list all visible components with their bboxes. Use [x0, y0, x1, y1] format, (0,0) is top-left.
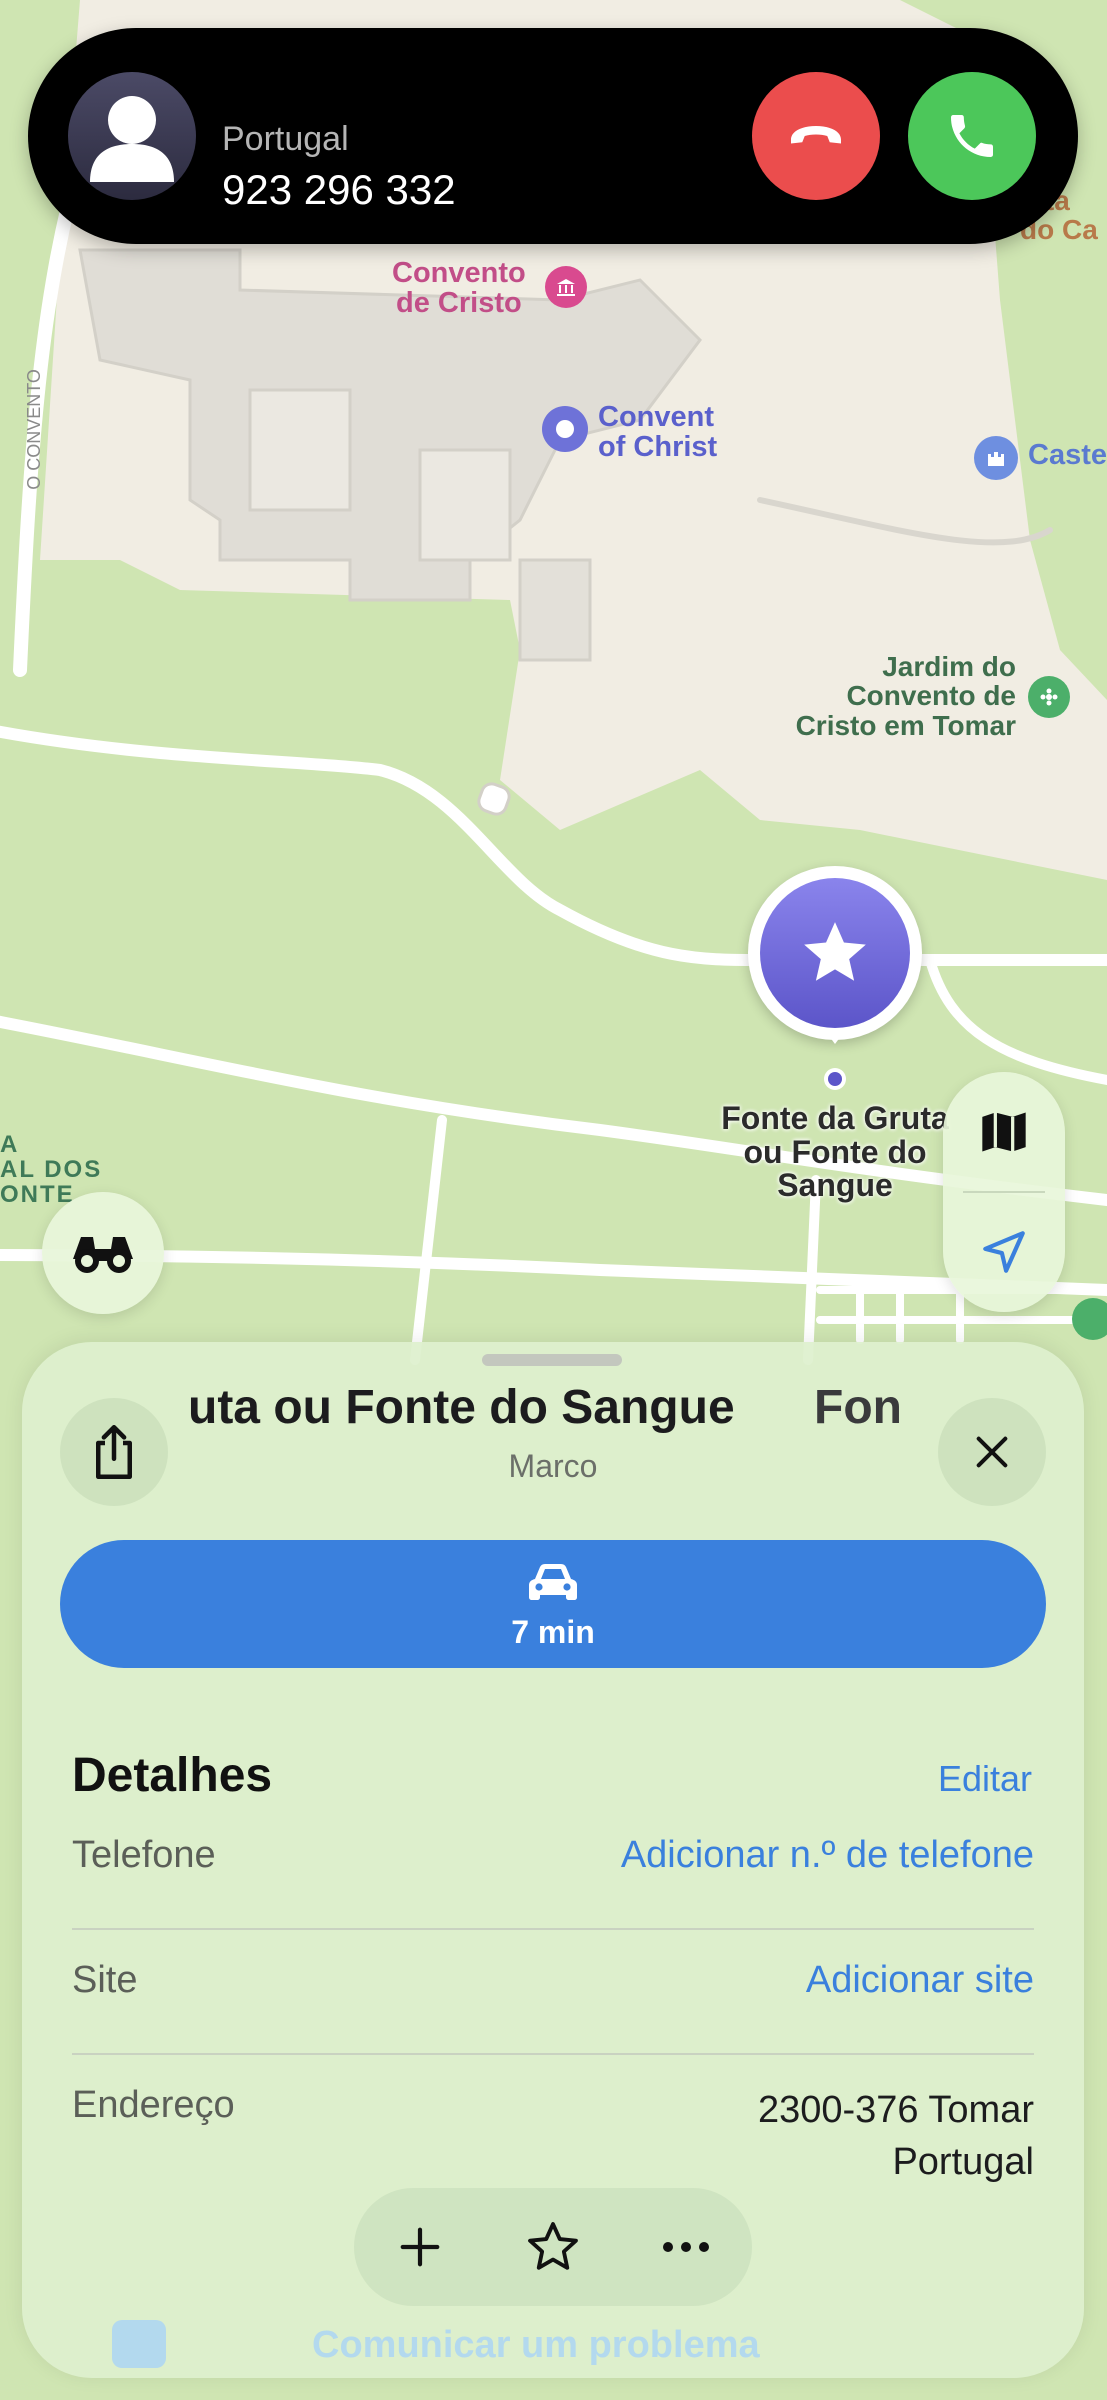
sheet-grabber[interactable]	[482, 1354, 622, 1366]
selected-pin[interactable]	[748, 866, 922, 1044]
map-label-convento-cristo[interactable]: Convento de Cristo	[392, 258, 526, 319]
favorite-button[interactable]	[487, 2188, 619, 2306]
action-bar	[354, 2188, 752, 2306]
map-icon	[982, 1112, 1026, 1152]
museum-poi-icon[interactable]	[545, 266, 587, 308]
decline-call-button[interactable]	[752, 72, 880, 200]
detail-row-address: Endereço 2300-376 Tomar Portugal	[72, 2056, 1034, 2196]
plus-icon	[400, 2227, 440, 2267]
ellipsis-icon	[663, 2242, 709, 2252]
divider	[72, 1928, 1034, 1930]
star-icon	[804, 922, 866, 981]
garden-poi-icon[interactable]	[1028, 676, 1070, 718]
map-label-pin[interactable]: Fonte da Gruta ou Fonte do Sangue	[700, 1101, 970, 1203]
detail-label: Endereço	[72, 2084, 235, 2126]
incoming-call-banner[interactable]: Portugal 923 296 332	[28, 28, 1078, 244]
caller-avatar	[68, 72, 196, 200]
report-icon	[112, 2320, 166, 2368]
car-icon	[529, 1564, 577, 1600]
map-mode-button[interactable]	[943, 1072, 1065, 1192]
report-label: Comunicar um problema	[312, 2324, 760, 2366]
landmark-poi-icon[interactable]	[542, 406, 588, 452]
binoculars-icon	[73, 1237, 133, 1273]
caller-number: 923 296 332	[222, 166, 456, 213]
place-title-marquee: Fon	[814, 1381, 902, 1434]
more-button[interactable]	[620, 2188, 752, 2306]
details-heading: Detalhes	[72, 1749, 273, 1802]
address-value[interactable]: 2300-376 Tomar Portugal	[758, 2084, 1034, 2189]
current-location-button[interactable]	[943, 1192, 1065, 1312]
map-controls	[943, 1072, 1065, 1312]
castle-poi-icon[interactable]	[974, 436, 1018, 480]
garden-poi-icon-2[interactable]	[1072, 1298, 1107, 1340]
divider	[72, 2053, 1034, 2055]
detail-label: Telefone	[72, 1834, 216, 1876]
add-phone-link[interactable]: Adicionar n.º de telefone	[621, 1834, 1034, 1877]
look-around-button[interactable]	[42, 1192, 164, 1314]
map-label-convent-christ[interactable]: Convent of Christ	[598, 402, 717, 463]
detail-row-site: Site Adicionar site	[72, 1931, 1034, 2055]
pin-dot	[824, 1068, 846, 1090]
location-arrow-icon	[983, 1231, 1025, 1273]
map-label-street: O CONVENTO	[23, 369, 44, 490]
add-button[interactable]	[354, 2188, 486, 2306]
phone-down-icon	[791, 126, 841, 144]
detail-row-phone: Telefone Adicionar n.º de telefone	[72, 1806, 1034, 1930]
add-site-link[interactable]: Adicionar site	[806, 1959, 1034, 2002]
place-sheet[interactable]: uta ou Fonte do Sangue Fon Marco 7 min D…	[22, 1342, 1084, 2378]
caller-country: Portugal	[222, 120, 349, 158]
place-title-text: uta ou Fonte do Sangue	[188, 1381, 735, 1434]
place-title: uta ou Fonte do Sangue Fon	[188, 1380, 928, 1450]
detail-label: Site	[72, 1959, 138, 2001]
route-time: 7 min	[511, 1614, 595, 1650]
report-problem-link[interactable]: Comunicar um problema	[22, 2318, 1084, 2378]
phone-icon	[951, 115, 993, 157]
star-outline-icon	[528, 2222, 578, 2270]
place-subtitle: Marco	[508, 1448, 598, 1484]
directions-button[interactable]: 7 min	[60, 1540, 1046, 1668]
map-label-jardim[interactable]: Jardim do Convento de Cristo em Tomar	[770, 652, 1016, 740]
map-label-castle[interactable]: Caste	[1028, 440, 1107, 471]
edit-link[interactable]: Editar	[938, 1758, 1032, 1800]
accept-call-button[interactable]	[908, 72, 1036, 200]
